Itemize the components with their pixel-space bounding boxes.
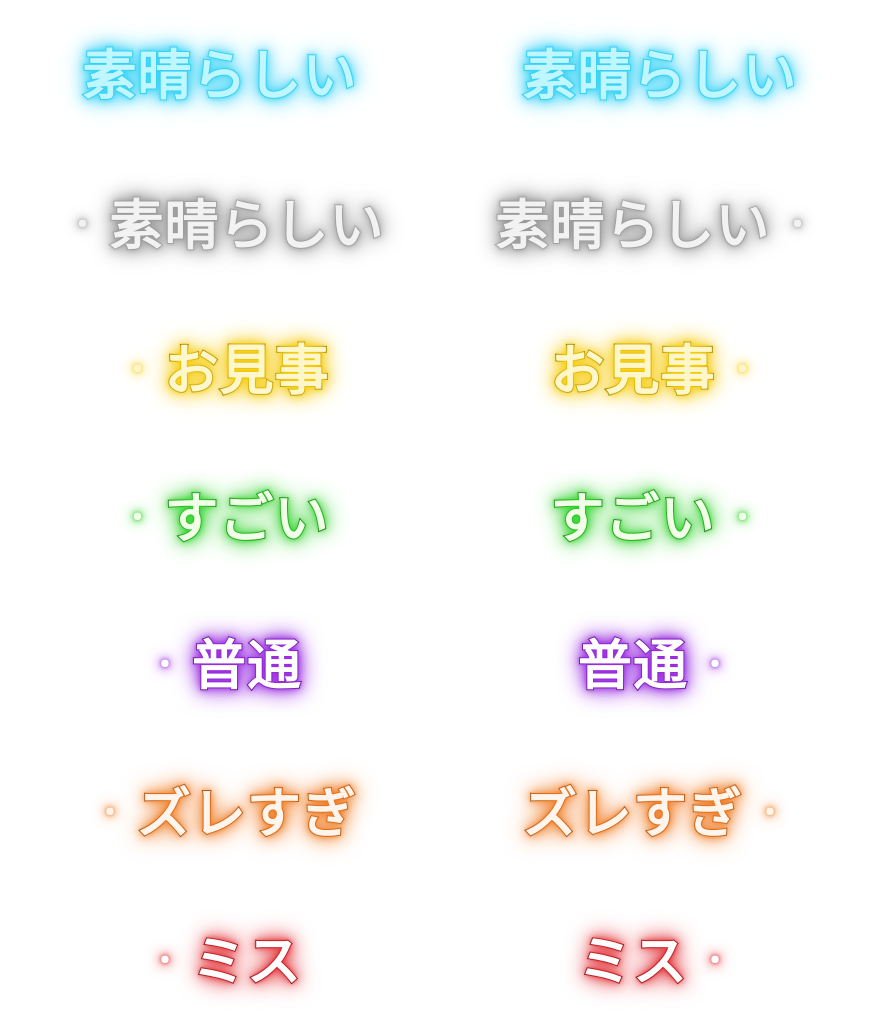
judgment-text: お見事 xyxy=(550,339,716,402)
side-dot: ・ xyxy=(755,796,785,831)
side-dot: ・ xyxy=(122,501,153,536)
judgment-text: 素晴らしい xyxy=(522,44,798,107)
side-dot: ・ xyxy=(700,944,730,979)
judgment-sprite-sheet: 素晴らしい 素晴らしい ・ 素晴らしい 素晴らしい ・ ・ お見事 お見事 ・ … xyxy=(0,0,880,1036)
side-dot: ・ xyxy=(150,648,180,683)
judgment-bad-right: ズレすぎ ・ xyxy=(440,740,880,888)
judgment-great-right: すごい ・ xyxy=(440,445,880,593)
side-dot: ・ xyxy=(727,353,758,388)
judgment-text: すごい xyxy=(164,487,330,550)
judgment-miss-right: ミス ・ xyxy=(440,888,880,1036)
judgment-miss-left: ・ ミス xyxy=(0,888,440,1036)
judgment-text: ミス xyxy=(577,930,688,993)
side-dot: ・ xyxy=(727,501,758,536)
side-dot: ・ xyxy=(122,353,153,388)
judgment-marvelous-side-left: ・ 素晴らしい xyxy=(0,152,440,300)
side-dot: ・ xyxy=(95,796,125,831)
judgment-perfect-left: ・ お見事 xyxy=(0,297,440,445)
judgment-great-left: ・ すごい xyxy=(0,445,440,593)
judgment-text: お見事 xyxy=(164,339,330,402)
judgment-good-left: ・ 普通 xyxy=(0,592,440,740)
side-dot: ・ xyxy=(782,208,813,243)
judgment-marvelous-side-right: 素晴らしい ・ xyxy=(440,152,880,300)
judgment-text: 素晴らしい xyxy=(495,194,771,257)
judgment-marvelous-left: 素晴らしい xyxy=(0,2,440,150)
judgment-text: すごい xyxy=(550,487,716,550)
judgment-text: ズレすぎ xyxy=(522,782,743,845)
judgment-perfect-right: お見事 ・ xyxy=(440,297,880,445)
judgment-text: ズレすぎ xyxy=(136,782,357,845)
judgment-marvelous-right: 素晴らしい xyxy=(440,2,880,150)
judgment-text: 普通 xyxy=(577,634,688,697)
side-dot: ・ xyxy=(67,208,98,243)
judgment-bad-left: ・ ズレすぎ xyxy=(0,740,440,888)
judgment-text: 素晴らしい xyxy=(82,44,358,107)
side-dot: ・ xyxy=(700,648,730,683)
judgment-text: 素晴らしい xyxy=(109,194,385,257)
side-dot: ・ xyxy=(150,944,180,979)
judgment-text: 普通 xyxy=(191,634,302,697)
judgment-text: ミス xyxy=(191,930,302,993)
judgment-good-right: 普通 ・ xyxy=(440,592,880,740)
